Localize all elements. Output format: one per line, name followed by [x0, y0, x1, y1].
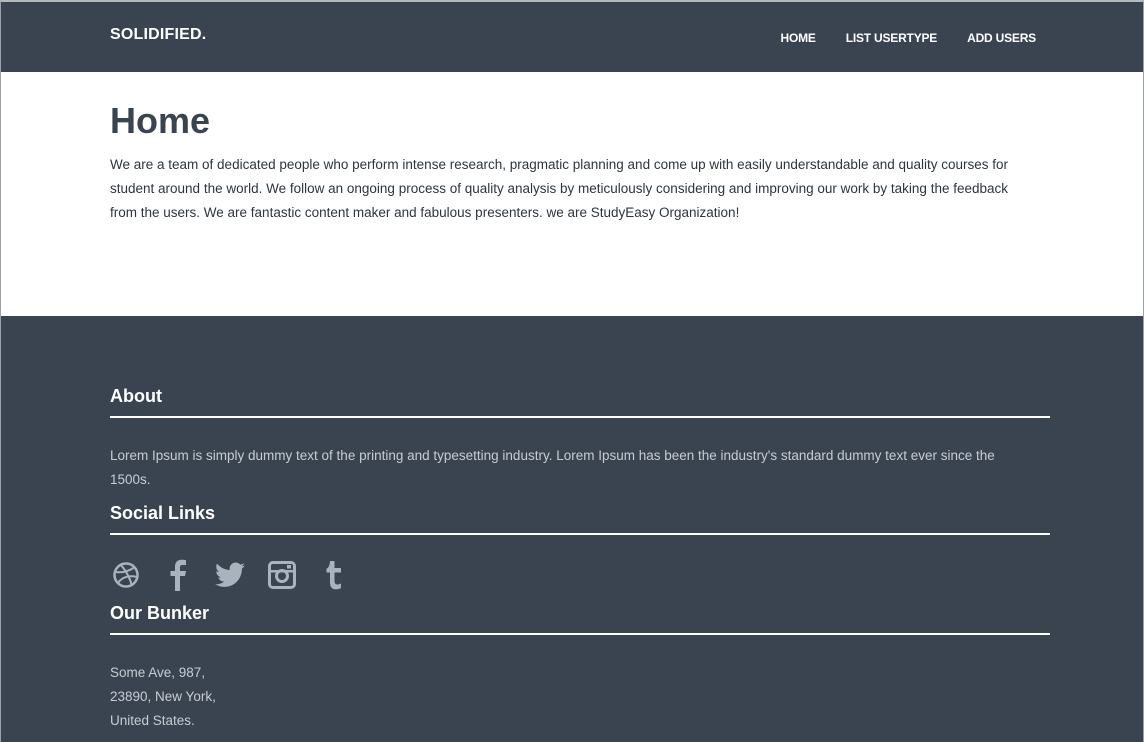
bunker-divider — [110, 633, 1050, 635]
nav-home-link[interactable]: HOME — [780, 31, 815, 45]
nav-links: HOME LIST USERTYPE ADD USERS — [780, 31, 1036, 45]
browser-viewport: SOLIDIFIED. HOME LIST USERTYPE ADD USERS… — [0, 0, 1144, 742]
address-line-2: 23890, New York, — [110, 689, 216, 704]
about-divider — [110, 416, 1050, 418]
dribbble-icon[interactable] — [110, 559, 142, 591]
about-text: Lorem Ipsum is simply dummy text of the … — [110, 448, 995, 487]
instagram-icon[interactable] — [266, 559, 298, 591]
site-footer: About Lorem Ipsum is simply dummy text o… — [1, 316, 1143, 742]
tumblr-icon[interactable] — [318, 559, 350, 591]
top-navbar: SOLIDIFIED. HOME LIST USERTYPE ADD USERS — [1, 2, 1143, 72]
facebook-icon[interactable] — [162, 559, 194, 591]
brand-logo[interactable]: SOLIDIFIED. — [110, 26, 206, 44]
about-heading: About — [110, 386, 162, 406]
nav-add-users-link[interactable]: ADD USERS — [967, 31, 1036, 45]
twitter-icon[interactable] — [214, 559, 246, 591]
address-block: Some Ave, 987, 23890, New York, United S… — [110, 661, 216, 733]
social-icons — [110, 559, 350, 591]
social-divider — [110, 533, 1050, 535]
nav-list-usertype-link[interactable]: LIST USERTYPE — [846, 31, 938, 45]
our-bunker-heading: Our Bunker — [110, 603, 210, 623]
intro-paragraph: We are a team of dedicated people who pe… — [110, 157, 1009, 220]
social-links-heading: Social Links — [110, 503, 216, 523]
page-title: Home — [110, 100, 211, 141]
main-content: Home We are a team of dedicated people w… — [1, 72, 1143, 316]
address-line-1: Some Ave, 987, — [110, 665, 206, 680]
address-line-3: United States. — [110, 713, 195, 728]
